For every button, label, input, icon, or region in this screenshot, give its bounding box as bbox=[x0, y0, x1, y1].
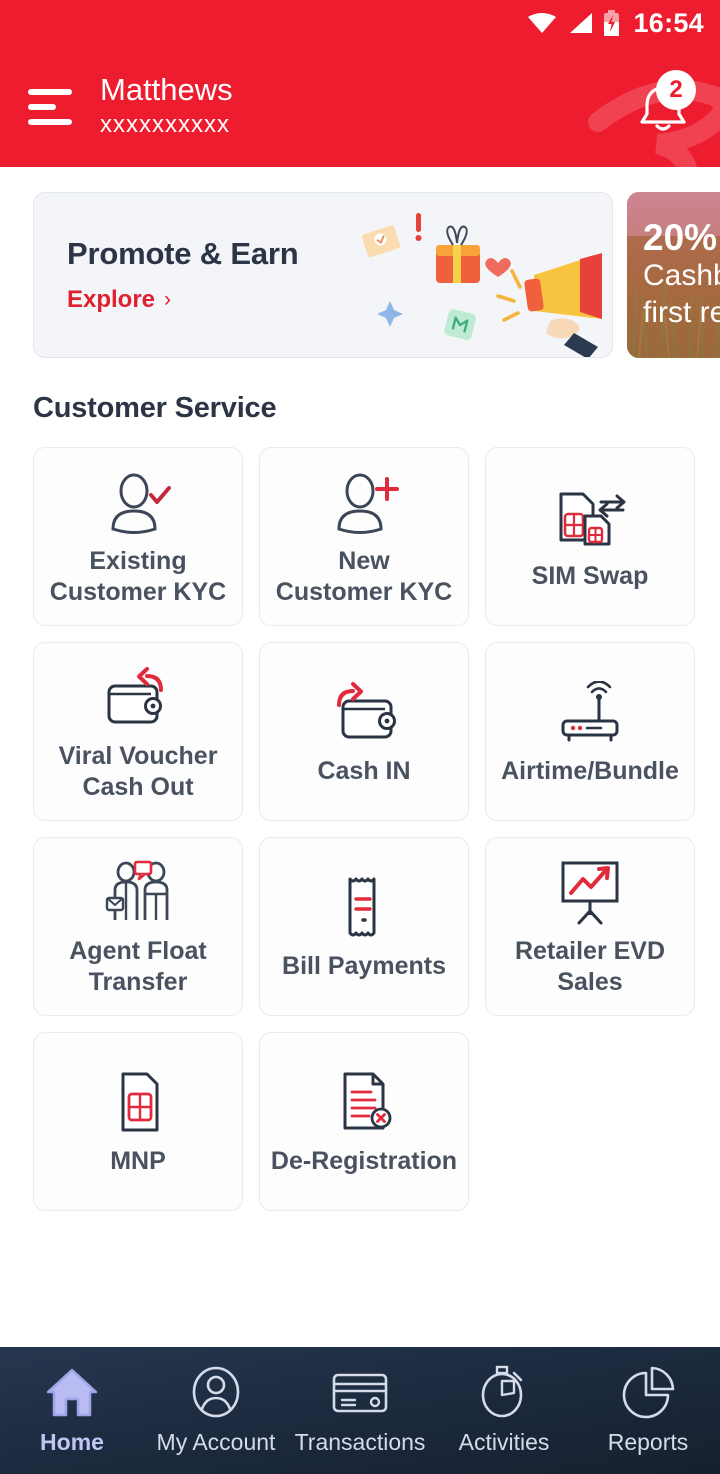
signal-icon bbox=[566, 11, 594, 35]
status-time: 16:54 bbox=[633, 7, 704, 38]
person-check-icon bbox=[101, 466, 175, 540]
tile-label: MNP bbox=[110, 1147, 166, 1176]
banner-promote-earn[interactable]: Promote & Earn Explore › bbox=[33, 192, 613, 358]
stopwatch-icon bbox=[481, 1365, 523, 1418]
chart-board-icon bbox=[553, 856, 627, 930]
nav-label: My Account bbox=[156, 1429, 276, 1455]
status-bar: 16:54 bbox=[0, 0, 720, 46]
explore-label: Explore bbox=[67, 286, 156, 313]
tile-label: Cash IN bbox=[317, 757, 411, 786]
tile-label: SIM Swap bbox=[531, 562, 649, 591]
chevron-right-icon: › bbox=[164, 288, 172, 311]
router-wifi-icon bbox=[551, 676, 629, 750]
banner-carousel: Promote & Earn Explore › 20% Cash first … bbox=[0, 167, 720, 358]
tile-new-customer-kyc[interactable]: New Customer KYC bbox=[259, 447, 469, 626]
nav-transactions[interactable]: Transactions bbox=[288, 1365, 432, 1456]
profile-block: Matthews xxxxxxxxxx bbox=[100, 72, 233, 141]
user-circle-icon bbox=[192, 1366, 240, 1418]
user-msisdn: xxxxxxxxxx bbox=[100, 110, 230, 138]
document-x-icon bbox=[331, 1066, 397, 1140]
tile-sim-swap[interactable]: SIM Swap bbox=[485, 447, 695, 626]
tile-retailer-evd-sales[interactable]: Retailer EVD Sales bbox=[485, 837, 695, 1016]
notification-bell-button[interactable]: 2 bbox=[626, 69, 700, 144]
tile-placeholder bbox=[485, 1032, 695, 1211]
wifi-icon bbox=[527, 11, 557, 35]
user-name: Matthews bbox=[100, 72, 233, 108]
nav-activities[interactable]: Activities bbox=[432, 1365, 576, 1456]
nav-home[interactable]: Home bbox=[0, 1365, 144, 1456]
tile-existing-customer-kyc[interactable]: Existing Customer KYC bbox=[33, 447, 243, 626]
tile-bill-payments[interactable]: Bill Payments bbox=[259, 837, 469, 1016]
wallet-out-icon bbox=[99, 661, 177, 735]
nav-reports[interactable]: Reports bbox=[576, 1365, 720, 1456]
tile-label: De-Registration bbox=[270, 1147, 458, 1176]
app-header: Matthews xxxxxxxxxx 2 bbox=[0, 46, 720, 167]
tile-label: Bill Payments bbox=[282, 952, 446, 981]
cashback-percent: 20% bbox=[643, 217, 718, 259]
tile-label: Agent Float Transfer bbox=[69, 937, 207, 996]
home-icon bbox=[46, 1368, 98, 1417]
nav-my-account[interactable]: My Account bbox=[144, 1365, 288, 1456]
hamburger-menu-icon[interactable] bbox=[28, 88, 74, 125]
cashback-line2: first re bbox=[643, 295, 720, 329]
tile-label: Viral Voucher Cash Out bbox=[58, 742, 218, 801]
two-people-icon bbox=[101, 856, 175, 930]
bottom-navigation: Home My Account Transactions Activities … bbox=[0, 1347, 720, 1474]
tile-label: Retailer EVD Sales bbox=[514, 937, 666, 996]
wallet-in-icon bbox=[325, 676, 403, 750]
cashback-line1: Cashb bbox=[643, 259, 720, 293]
sim-swap-icon bbox=[551, 481, 629, 555]
nav-label: Activities bbox=[458, 1429, 550, 1455]
megaphone-gift-illustration bbox=[361, 213, 602, 357]
nav-label: Reports bbox=[607, 1429, 689, 1455]
person-plus-icon bbox=[327, 466, 401, 540]
pie-chart-icon bbox=[622, 1366, 675, 1419]
notification-badge: 2 bbox=[656, 69, 696, 110]
sim-card-icon bbox=[107, 1066, 169, 1140]
app-screen: 16:54 Matthews xxxxxxxxxx 2 Promote & Ea… bbox=[0, 0, 720, 1474]
battery-charging-icon bbox=[603, 10, 620, 36]
banner-cashback[interactable]: 20% Cashb first re bbox=[627, 192, 720, 358]
section-title-customer-service: Customer Service bbox=[33, 392, 277, 424]
tile-label: Existing Customer KYC bbox=[49, 547, 227, 606]
service-grid: Existing Customer KYC New Customer KYC S… bbox=[0, 447, 720, 1211]
tile-viral-voucher-cash-out[interactable]: Viral Voucher Cash Out bbox=[33, 642, 243, 821]
tile-cash-in[interactable]: Cash IN bbox=[259, 642, 469, 821]
receipt-icon bbox=[334, 871, 394, 945]
tile-label: New Customer KYC bbox=[275, 547, 453, 606]
nav-label: Transactions bbox=[294, 1429, 426, 1455]
nav-label: Home bbox=[40, 1429, 104, 1455]
tile-airtime-bundle[interactable]: Airtime/Bundle bbox=[485, 642, 695, 821]
card-icon bbox=[332, 1373, 388, 1413]
tile-mnp[interactable]: MNP bbox=[33, 1032, 243, 1211]
tile-label: Airtime/Bundle bbox=[501, 757, 679, 786]
tile-de-registration[interactable]: De-Registration bbox=[259, 1032, 469, 1211]
tile-agent-float-transfer[interactable]: Agent Float Transfer bbox=[33, 837, 243, 1016]
